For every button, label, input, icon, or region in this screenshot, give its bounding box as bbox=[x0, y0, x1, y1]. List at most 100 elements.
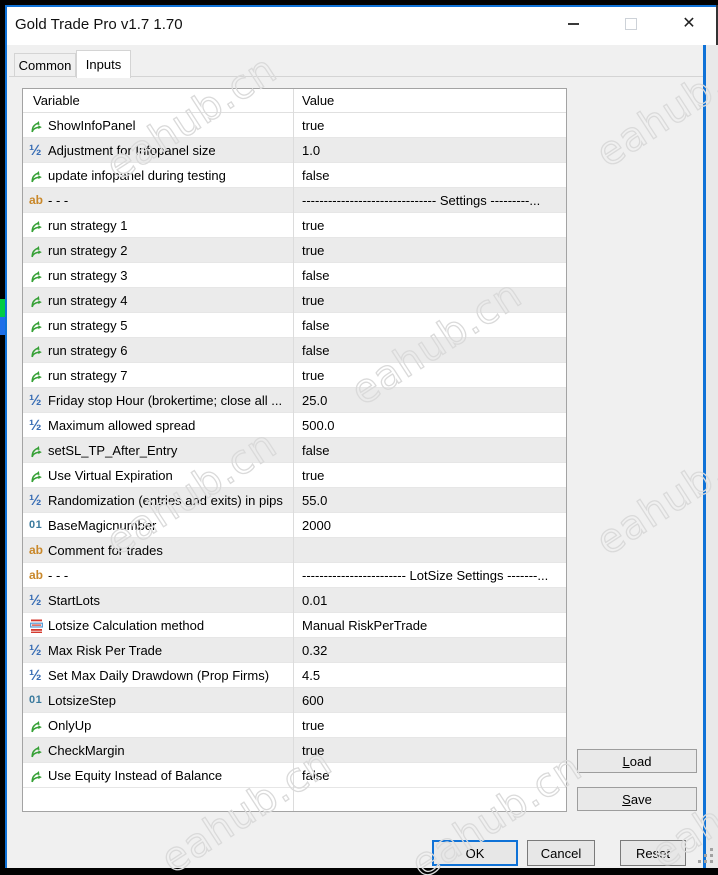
param-row[interactable]: - - - ------------------------------- Set… bbox=[23, 188, 566, 213]
param-value[interactable]: false bbox=[293, 343, 566, 358]
param-label: run strategy 6 bbox=[48, 342, 128, 358]
param-row[interactable]: Adjustment for Infopanel size 1.0 bbox=[23, 138, 566, 163]
minimize-button[interactable] bbox=[556, 7, 590, 41]
param-value[interactable]: false bbox=[293, 268, 566, 283]
param-value[interactable]: true bbox=[293, 293, 566, 308]
param-value[interactable]: false bbox=[293, 768, 566, 783]
param-label: CheckMargin bbox=[48, 742, 125, 758]
param-label: setSL_TP_After_Entry bbox=[48, 442, 178, 458]
left-edge-blue-mark bbox=[0, 317, 5, 335]
param-value[interactable]: true bbox=[293, 743, 566, 758]
param-label: Friday stop Hour (brokertime; close all … bbox=[48, 392, 283, 408]
param-row[interactable]: LotsizeStep 600 bbox=[23, 688, 566, 713]
param-value[interactable]: 0.01 bbox=[293, 593, 566, 608]
param-variable-cell: Lotsize Calculation method bbox=[23, 618, 293, 633]
param-label: Lotsize Calculation method bbox=[48, 617, 205, 633]
tab-inputs[interactable]: Inputs bbox=[76, 50, 131, 78]
param-row[interactable]: Max Risk Per Trade 0.32 bbox=[23, 638, 566, 663]
param-value[interactable]: 2000 bbox=[293, 518, 566, 533]
cancel-button[interactable]: Cancel bbox=[527, 840, 595, 866]
minimize-icon bbox=[567, 23, 579, 25]
param-row[interactable]: update infopanel during testing false bbox=[23, 163, 566, 188]
tab-common[interactable]: Common bbox=[14, 53, 76, 77]
maximize-button[interactable] bbox=[614, 7, 648, 41]
watermark-text: eahub.cn bbox=[587, 32, 718, 177]
param-row[interactable]: run strategy 3 false bbox=[23, 263, 566, 288]
param-variable-cell: LotsizeStep bbox=[23, 693, 293, 708]
param-value[interactable]: Manual RiskPerTrade bbox=[293, 618, 566, 633]
param-label: - - - bbox=[48, 567, 69, 583]
param-row[interactable]: OnlyUp true bbox=[23, 713, 566, 738]
param-value[interactable]: true bbox=[293, 243, 566, 258]
param-variable-cell: Friday stop Hour (brokertime; close all … bbox=[23, 392, 293, 409]
param-variable-cell: run strategy 4 bbox=[23, 293, 293, 308]
param-label: Maximum allowed spread bbox=[48, 417, 196, 433]
param-value[interactable]: true bbox=[293, 718, 566, 733]
param-row[interactable]: StartLots 0.01 bbox=[23, 588, 566, 613]
param-variable-cell: StartLots bbox=[23, 592, 293, 609]
param-value[interactable]: ------------------------------- Settings… bbox=[293, 193, 566, 208]
param-value[interactable]: 4.5 bbox=[293, 668, 566, 683]
param-row[interactable]: Lotsize Calculation method Manual RiskPer… bbox=[23, 613, 566, 638]
reset-button[interactable]: Reset bbox=[620, 840, 686, 866]
param-label: run strategy 2 bbox=[48, 242, 128, 258]
param-value[interactable]: false bbox=[293, 318, 566, 333]
branch-arrows-icon bbox=[29, 168, 48, 183]
param-row[interactable]: run strategy 7 true bbox=[23, 363, 566, 388]
param-row[interactable]: run strategy 6 false bbox=[23, 338, 566, 363]
param-row[interactable]: run strategy 1 true bbox=[23, 213, 566, 238]
half-fraction-icon bbox=[29, 392, 48, 409]
param-row[interactable]: Comment for trades bbox=[23, 538, 566, 563]
param-value[interactable]: 500.0 bbox=[293, 418, 566, 433]
param-value[interactable]: 25.0 bbox=[293, 393, 566, 408]
param-variable-cell: CheckMargin bbox=[23, 743, 293, 758]
table-header-row: Variable Value bbox=[23, 89, 566, 113]
param-row[interactable]: CheckMargin true bbox=[23, 738, 566, 763]
branch-arrows-icon bbox=[29, 268, 48, 283]
load-button[interactable]: Load bbox=[577, 749, 697, 773]
branch-arrows-icon bbox=[29, 218, 48, 233]
param-value[interactable]: true bbox=[293, 118, 566, 133]
param-value[interactable]: false bbox=[293, 443, 566, 458]
param-value[interactable]: 1.0 bbox=[293, 143, 566, 158]
param-value[interactable]: true bbox=[293, 368, 566, 383]
param-row[interactable]: Use Equity Instead of Balance false bbox=[23, 763, 566, 788]
param-row[interactable]: ShowInfoPanel true bbox=[23, 113, 566, 138]
param-row[interactable]: setSL_TP_After_Entry false bbox=[23, 438, 566, 463]
param-variable-cell: update infopanel during testing bbox=[23, 168, 293, 183]
param-value[interactable]: 600 bbox=[293, 693, 566, 708]
branch-arrows-icon bbox=[29, 443, 48, 458]
param-variable-cell: run strategy 7 bbox=[23, 368, 293, 383]
param-row[interactable]: Use Virtual Expiration true bbox=[23, 463, 566, 488]
param-label: run strategy 4 bbox=[48, 292, 128, 308]
param-row[interactable]: Friday stop Hour (brokertime; close all … bbox=[23, 388, 566, 413]
param-row[interactable]: run strategy 2 true bbox=[23, 238, 566, 263]
param-row[interactable]: Set Max Daily Drawdown (Prop Firms) 4.5 bbox=[23, 663, 566, 688]
param-value[interactable]: true bbox=[293, 468, 566, 483]
param-value[interactable]: false bbox=[293, 168, 566, 183]
resize-grip[interactable] bbox=[696, 846, 716, 866]
param-label: Comment for trades bbox=[48, 542, 163, 558]
param-row[interactable]: Randomization (entries and exits) in pip… bbox=[23, 488, 566, 513]
close-button[interactable]: ✕ bbox=[672, 7, 706, 41]
param-value[interactable]: 0.32 bbox=[293, 643, 566, 658]
param-row[interactable]: BaseMagicnumber 2000 bbox=[23, 513, 566, 538]
column-divider[interactable] bbox=[293, 89, 294, 811]
param-label: Use Equity Instead of Balance bbox=[48, 767, 223, 783]
save-button[interactable]: Save bbox=[577, 787, 697, 811]
param-label: StartLots bbox=[48, 592, 101, 608]
param-row[interactable]: run strategy 4 true bbox=[23, 288, 566, 313]
half-fraction-icon bbox=[29, 642, 48, 659]
branch-arrows-icon bbox=[29, 743, 48, 758]
param-value[interactable]: true bbox=[293, 218, 566, 233]
ok-button[interactable]: OK bbox=[432, 840, 518, 866]
param-row[interactable]: run strategy 5 false bbox=[23, 313, 566, 338]
param-label: Max Risk Per Trade bbox=[48, 642, 163, 658]
param-row[interactable]: Maximum allowed spread 500.0 bbox=[23, 413, 566, 438]
param-value[interactable]: ------------------------ LotSize Setting… bbox=[293, 568, 566, 583]
watermark-text: eahub.cn bbox=[587, 420, 718, 565]
param-row[interactable]: - - - ------------------------ LotSize Se… bbox=[23, 563, 566, 588]
param-value[interactable]: 55.0 bbox=[293, 493, 566, 508]
title-bar[interactable]: Gold Trade Pro v1.7 1.70 ✕ bbox=[7, 7, 716, 45]
param-label: LotsizeStep bbox=[48, 692, 116, 708]
